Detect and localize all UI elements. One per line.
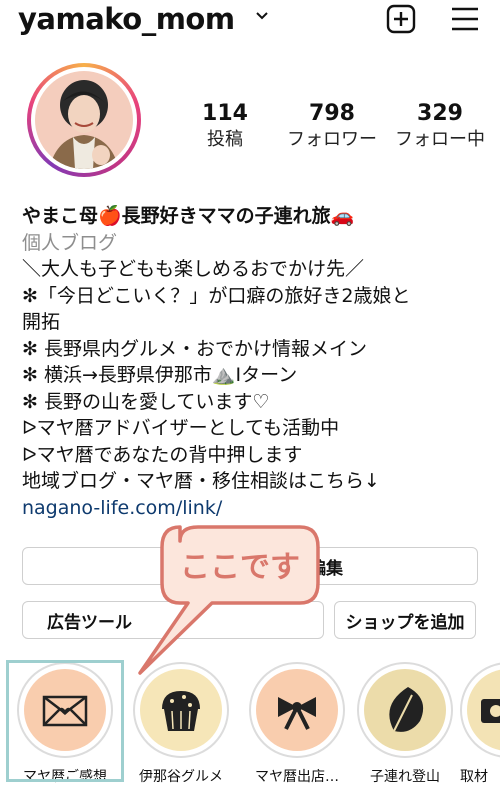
followers-stat[interactable]: 798 フォロワー <box>280 100 384 152</box>
bio-line: ✻ 横浜→長野県伊那市⛰️Iターン <box>22 364 298 386</box>
profile-link[interactable]: nagano-life.com/link/ <box>22 495 492 522</box>
chevron-down-icon[interactable] <box>254 8 270 24</box>
bio-line: ✻ 長野の山を愛しています♡ <box>22 390 270 413</box>
top-bar: yamako_mom <box>0 0 500 44</box>
highlight-item[interactable]: 伊那谷グルメ <box>126 662 236 786</box>
highlight-label: マヤ暦出店… <box>255 769 339 785</box>
username-title[interactable]: yamako_mom <box>18 2 235 36</box>
bio-line: ✻「今日どこいく？」が口癖の旅好き2歳娘と <box>22 284 411 307</box>
avatar-illustration <box>35 71 133 169</box>
following-count: 329 <box>417 101 463 126</box>
posts-stat[interactable]: 114 投稿 <box>198 100 252 152</box>
camera-icon <box>481 699 500 723</box>
highlight-label: 伊那谷グルメ <box>139 769 223 785</box>
add-shop-label: ショップを追加 <box>345 612 465 633</box>
selection-highlight-box <box>6 660 124 782</box>
bio-line: ᐅマヤ暦アドバイザーとしても活動中 <box>22 417 340 439</box>
following-label: フォロー中 <box>395 129 485 150</box>
highlight-label: 子連れ登山 <box>370 769 440 785</box>
menu-icon[interactable] <box>450 6 480 32</box>
ribbon-icon <box>278 697 316 730</box>
bio-line: 地域ブログ・マヤ暦・移住相談はこちら↓ <box>22 470 380 492</box>
add-shop-button[interactable]: ショップを追加 <box>334 601 476 639</box>
leaf-icon <box>389 687 424 732</box>
highlight-item[interactable]: 子連れ登山 <box>350 662 460 786</box>
posts-count: 114 <box>202 101 248 126</box>
display-name: やまこ母🍎長野好きママの子連れ旅🚗 <box>22 205 355 227</box>
bio-line: ᐅマヤ暦であなたの背中押します <box>22 443 303 466</box>
profile-bio: やまこ母🍎長野好きママの子連れ旅🚗 個人ブログ ＼大人も子どもも楽しめるおでかけ… <box>22 203 492 521</box>
following-stat[interactable]: 329 フォロー中 <box>388 100 492 152</box>
new-post-icon[interactable] <box>386 4 416 34</box>
avatar[interactable] <box>27 63 141 177</box>
callout-text: ここです <box>180 550 300 585</box>
followers-count: 798 <box>309 101 355 126</box>
highlight-item[interactable]: 取材 <box>460 662 500 786</box>
bio-line: 開拓 <box>22 311 61 333</box>
muffin-icon <box>162 691 200 731</box>
ad-tools-label: 広告ツール <box>47 612 132 633</box>
callout-bubble: ここです <box>138 525 320 675</box>
posts-label: 投稿 <box>207 129 243 150</box>
bio-line: ＼大人も子どもも楽しめるおでかけ先／ <box>22 258 365 280</box>
followers-label: フォロワー <box>287 129 377 150</box>
highlight-label: 取材 <box>460 769 488 785</box>
category-label: 個人ブログ <box>22 231 118 254</box>
bio-line: ✻ 長野県内グルメ・おでかけ情報メイン <box>22 337 367 360</box>
highlight-item[interactable]: マヤ暦出店… <box>242 662 352 786</box>
